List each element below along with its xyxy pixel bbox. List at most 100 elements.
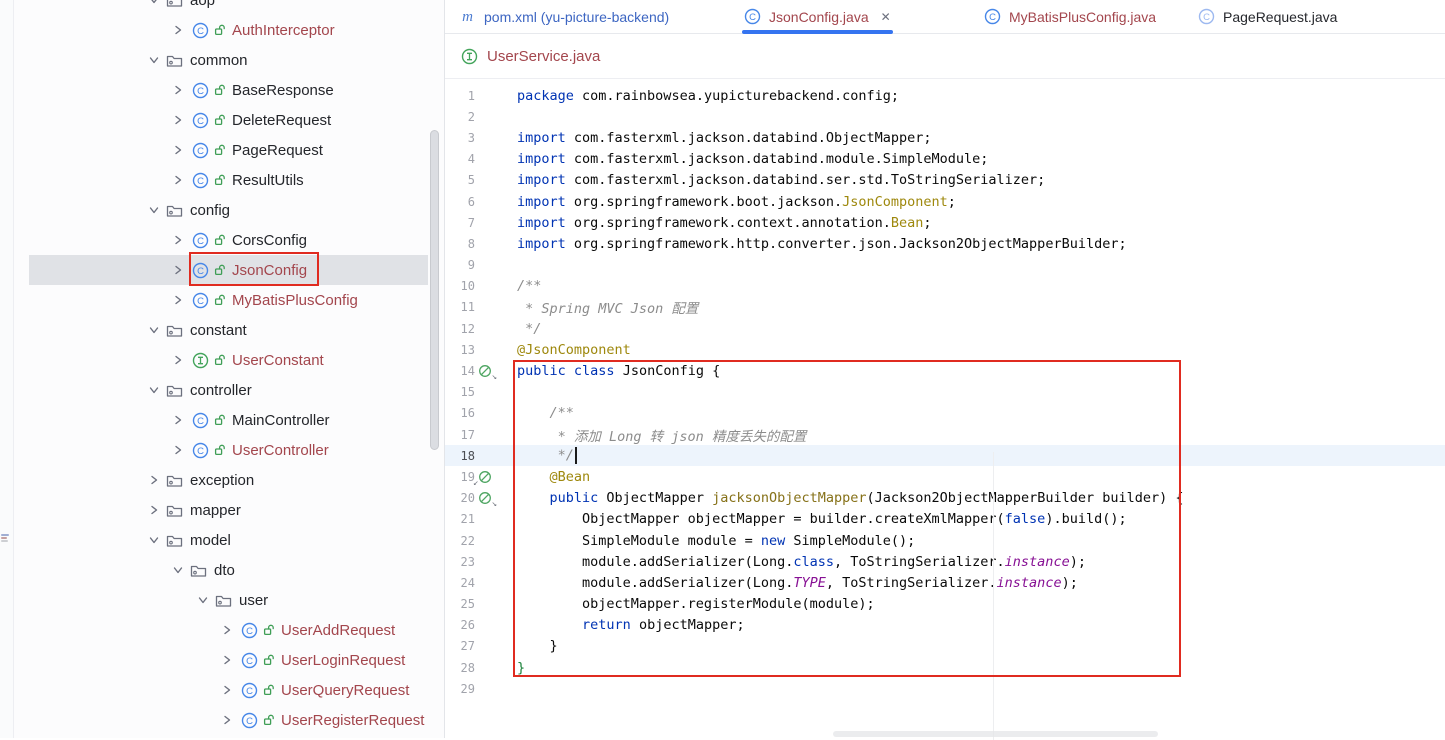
editor-tab-bar: mpom.xml (yu-picture-backend) CJsonConfi… — [445, 0, 1445, 34]
chevron-right-icon[interactable] — [170, 112, 186, 128]
chevron-right-icon[interactable] — [170, 412, 186, 428]
chevron-right-icon[interactable] — [146, 472, 162, 488]
tree-item-AuthInterceptor[interactable]: C AuthInterceptor — [14, 15, 444, 45]
chevron-right-icon[interactable] — [170, 232, 186, 248]
tree-item-common[interactable]: common — [14, 45, 444, 75]
tree-item-UserAddRequest[interactable]: C UserAddRequest — [14, 615, 444, 645]
spring-bean-gutter-icon[interactable]: ↘ — [475, 364, 495, 378]
tree-item-MyBatisPlusConfig[interactable]: C MyBatisPlusConfig — [14, 285, 444, 315]
chevron-right-icon[interactable] — [219, 622, 235, 638]
code-token: import — [517, 172, 566, 188]
chevron-right-icon[interactable] — [170, 442, 186, 458]
code-token: @JsonComponent — [517, 342, 631, 358]
tool-window-stripe-icon[interactable] — [1, 533, 10, 544]
spring-bean-gutter-icon[interactable]: ↘ — [475, 491, 495, 505]
code-line-9[interactable]: 9 — [445, 255, 1445, 276]
tab-JsonConfig.java[interactable]: CJsonConfig.java✕ — [736, 0, 899, 33]
chevron-down-icon[interactable] — [146, 532, 162, 548]
chevron-right-icon[interactable] — [146, 502, 162, 518]
tree-item-UserQueryRequest[interactable]: C UserQueryRequest — [14, 675, 444, 705]
chevron-down-icon[interactable] — [146, 382, 162, 398]
code-token: ; — [948, 194, 956, 210]
tree-item-exception[interactable]: exception — [14, 465, 444, 495]
line-number: 29 — [445, 682, 475, 696]
chevron-down-icon[interactable] — [146, 0, 162, 8]
code-text: import com.fasterxml.jackson.databind.se… — [495, 172, 1045, 188]
tree-item-MainController[interactable]: C MainController — [14, 405, 444, 435]
line-number: 20 — [445, 491, 475, 505]
chevron-right-icon[interactable] — [219, 682, 235, 698]
chevron-down-icon[interactable] — [146, 202, 162, 218]
tree-item-DeleteRequest[interactable]: C DeleteRequest — [14, 105, 444, 135]
svg-text:C: C — [1203, 12, 1210, 23]
tree-item-mapper[interactable]: mapper — [14, 495, 444, 525]
chevron-down-icon[interactable] — [146, 52, 162, 68]
chevron-right-icon[interactable] — [170, 22, 186, 38]
tree-item-dto[interactable]: dto — [14, 555, 444, 585]
breadcrumb-file[interactable]: UserService.java — [487, 48, 600, 65]
chevron-down-icon[interactable] — [195, 592, 211, 608]
tab-pom.xml[interactable]: mpom.xml (yu-picture-backend) — [451, 0, 677, 33]
tree-item-UserLoginRequest[interactable]: C UserLoginRequest — [14, 645, 444, 675]
visibility-lock-icon — [214, 444, 226, 456]
svg-text:C: C — [197, 446, 204, 457]
chevron-right-icon[interactable] — [219, 712, 235, 728]
chevron-right-icon[interactable] — [170, 82, 186, 98]
chevron-down-icon[interactable] — [170, 562, 186, 578]
chevron-right-icon[interactable] — [170, 262, 186, 278]
code-line-5[interactable]: 5import com.fasterxml.jackson.databind.s… — [445, 170, 1445, 191]
tree-item-CorsConfig[interactable]: C CorsConfig — [14, 225, 444, 255]
chevron-right-icon[interactable] — [219, 652, 235, 668]
line-number: 7 — [445, 216, 475, 230]
code-token: JsonComponent — [842, 194, 948, 210]
code-line-6[interactable]: 6import org.springframework.boot.jackson… — [445, 191, 1445, 212]
class-icon: C — [192, 112, 209, 129]
tree-item-BaseResponse[interactable]: C BaseResponse — [14, 75, 444, 105]
code-line-7[interactable]: 7import org.springframework.context.anno… — [445, 212, 1445, 233]
code-line-1[interactable]: 1package com.rainbowsea.yupicturebackend… — [445, 85, 1445, 106]
tree-item-UserRegisterRequest[interactable]: C UserRegisterRequest — [14, 705, 444, 735]
tree-item-model[interactable]: model — [14, 525, 444, 555]
tab-PageRequest.java[interactable]: CPageRequest.java — [1190, 0, 1345, 33]
left-toolwindow-stripe — [0, 0, 14, 738]
tree-item-ResultUtils[interactable]: C ResultUtils — [14, 165, 444, 195]
tree-item-constant[interactable]: constant — [14, 315, 444, 345]
code-line-10[interactable]: 10/** — [445, 276, 1445, 297]
tree-item-config[interactable]: config — [14, 195, 444, 225]
chevron-right-icon[interactable] — [170, 352, 186, 368]
svg-text:C: C — [197, 146, 204, 157]
spring-bean-gutter-icon[interactable]: ↙ — [475, 470, 495, 484]
line-number: 28 — [445, 661, 475, 675]
chevron-right-icon[interactable] — [170, 142, 186, 158]
tree-item-label: UserConstant — [232, 352, 324, 369]
interface-icon — [461, 48, 478, 65]
tree-item-UserConstant[interactable]: UserConstant — [14, 345, 444, 375]
editor-horizontal-scrollbar[interactable] — [833, 731, 1158, 737]
tree-item-label: DeleteRequest — [232, 112, 331, 129]
tree-item-UserController[interactable]: C UserController — [14, 435, 444, 465]
interface-icon — [192, 352, 209, 369]
chevron-right-icon[interactable] — [170, 292, 186, 308]
code-line-8[interactable]: 8import org.springframework.http.convert… — [445, 233, 1445, 254]
code-line-12[interactable]: 12 */ — [445, 318, 1445, 339]
tab-MyBatisPlusConfig.java[interactable]: CMyBatisPlusConfig.java — [976, 0, 1164, 33]
tree-item-label: controller — [190, 382, 252, 399]
code-line-29[interactable]: 29 — [445, 678, 1445, 699]
tree-item-PageRequest[interactable]: C PageRequest — [14, 135, 444, 165]
code-line-3[interactable]: 3import com.fasterxml.jackson.databind.O… — [445, 127, 1445, 148]
line-number: 2 — [445, 110, 475, 124]
project-tree-scrollbar[interactable] — [430, 130, 439, 450]
tree-item-user[interactable]: user — [14, 585, 444, 615]
chevron-down-icon[interactable] — [146, 322, 162, 338]
tree-item-aop[interactable]: aop — [14, 0, 444, 15]
tree-item-controller[interactable]: controller — [14, 375, 444, 405]
code-token: org.springframework.boot.jackson. — [566, 194, 842, 210]
chevron-right-icon[interactable] — [170, 172, 186, 188]
code-line-11[interactable]: 11 * Spring MVC Json 配置 — [445, 297, 1445, 318]
code-token: import — [517, 130, 566, 146]
close-icon[interactable]: ✕ — [881, 11, 891, 23]
code-line-13[interactable]: 13@JsonComponent — [445, 339, 1445, 360]
code-line-2[interactable]: 2 — [445, 106, 1445, 127]
class-icon: C — [192, 412, 209, 429]
code-line-4[interactable]: 4import com.fasterxml.jackson.databind.m… — [445, 149, 1445, 170]
